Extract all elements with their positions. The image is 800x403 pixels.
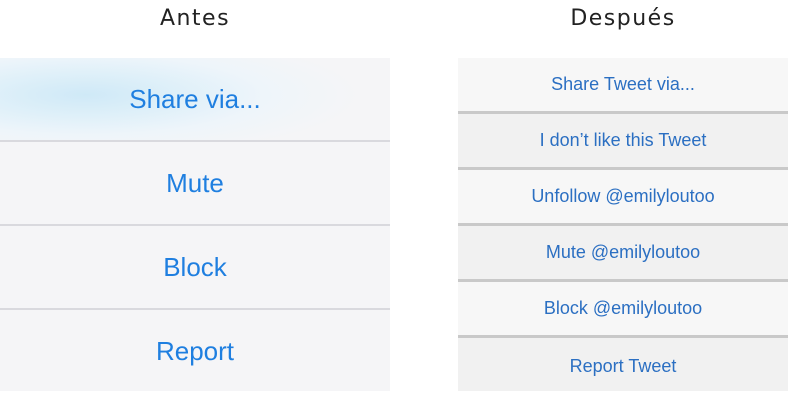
mute-user-button[interactable]: Mute @emilyloutoo xyxy=(458,226,788,282)
block-button[interactable]: Block xyxy=(0,226,390,310)
report-button[interactable]: Report xyxy=(0,310,390,391)
after-heading: Después xyxy=(570,6,676,31)
after-action-sheet: Share Tweet via... I don’t like this Twe… xyxy=(458,58,788,391)
dislike-tweet-button[interactable]: I don’t like this Tweet xyxy=(458,114,788,170)
before-action-sheet: Share via... Mute Block Report xyxy=(0,58,390,391)
block-user-button[interactable]: Block @emilyloutoo xyxy=(458,282,788,338)
report-tweet-button[interactable]: Report Tweet xyxy=(458,338,788,391)
before-heading: Antes xyxy=(159,6,231,31)
mute-button[interactable]: Mute xyxy=(0,142,390,226)
share-tweet-via-button[interactable]: Share Tweet via... xyxy=(458,58,788,114)
unfollow-user-button[interactable]: Unfollow @emilyloutoo xyxy=(458,170,788,226)
share-via-button[interactable]: Share via... xyxy=(0,58,390,142)
